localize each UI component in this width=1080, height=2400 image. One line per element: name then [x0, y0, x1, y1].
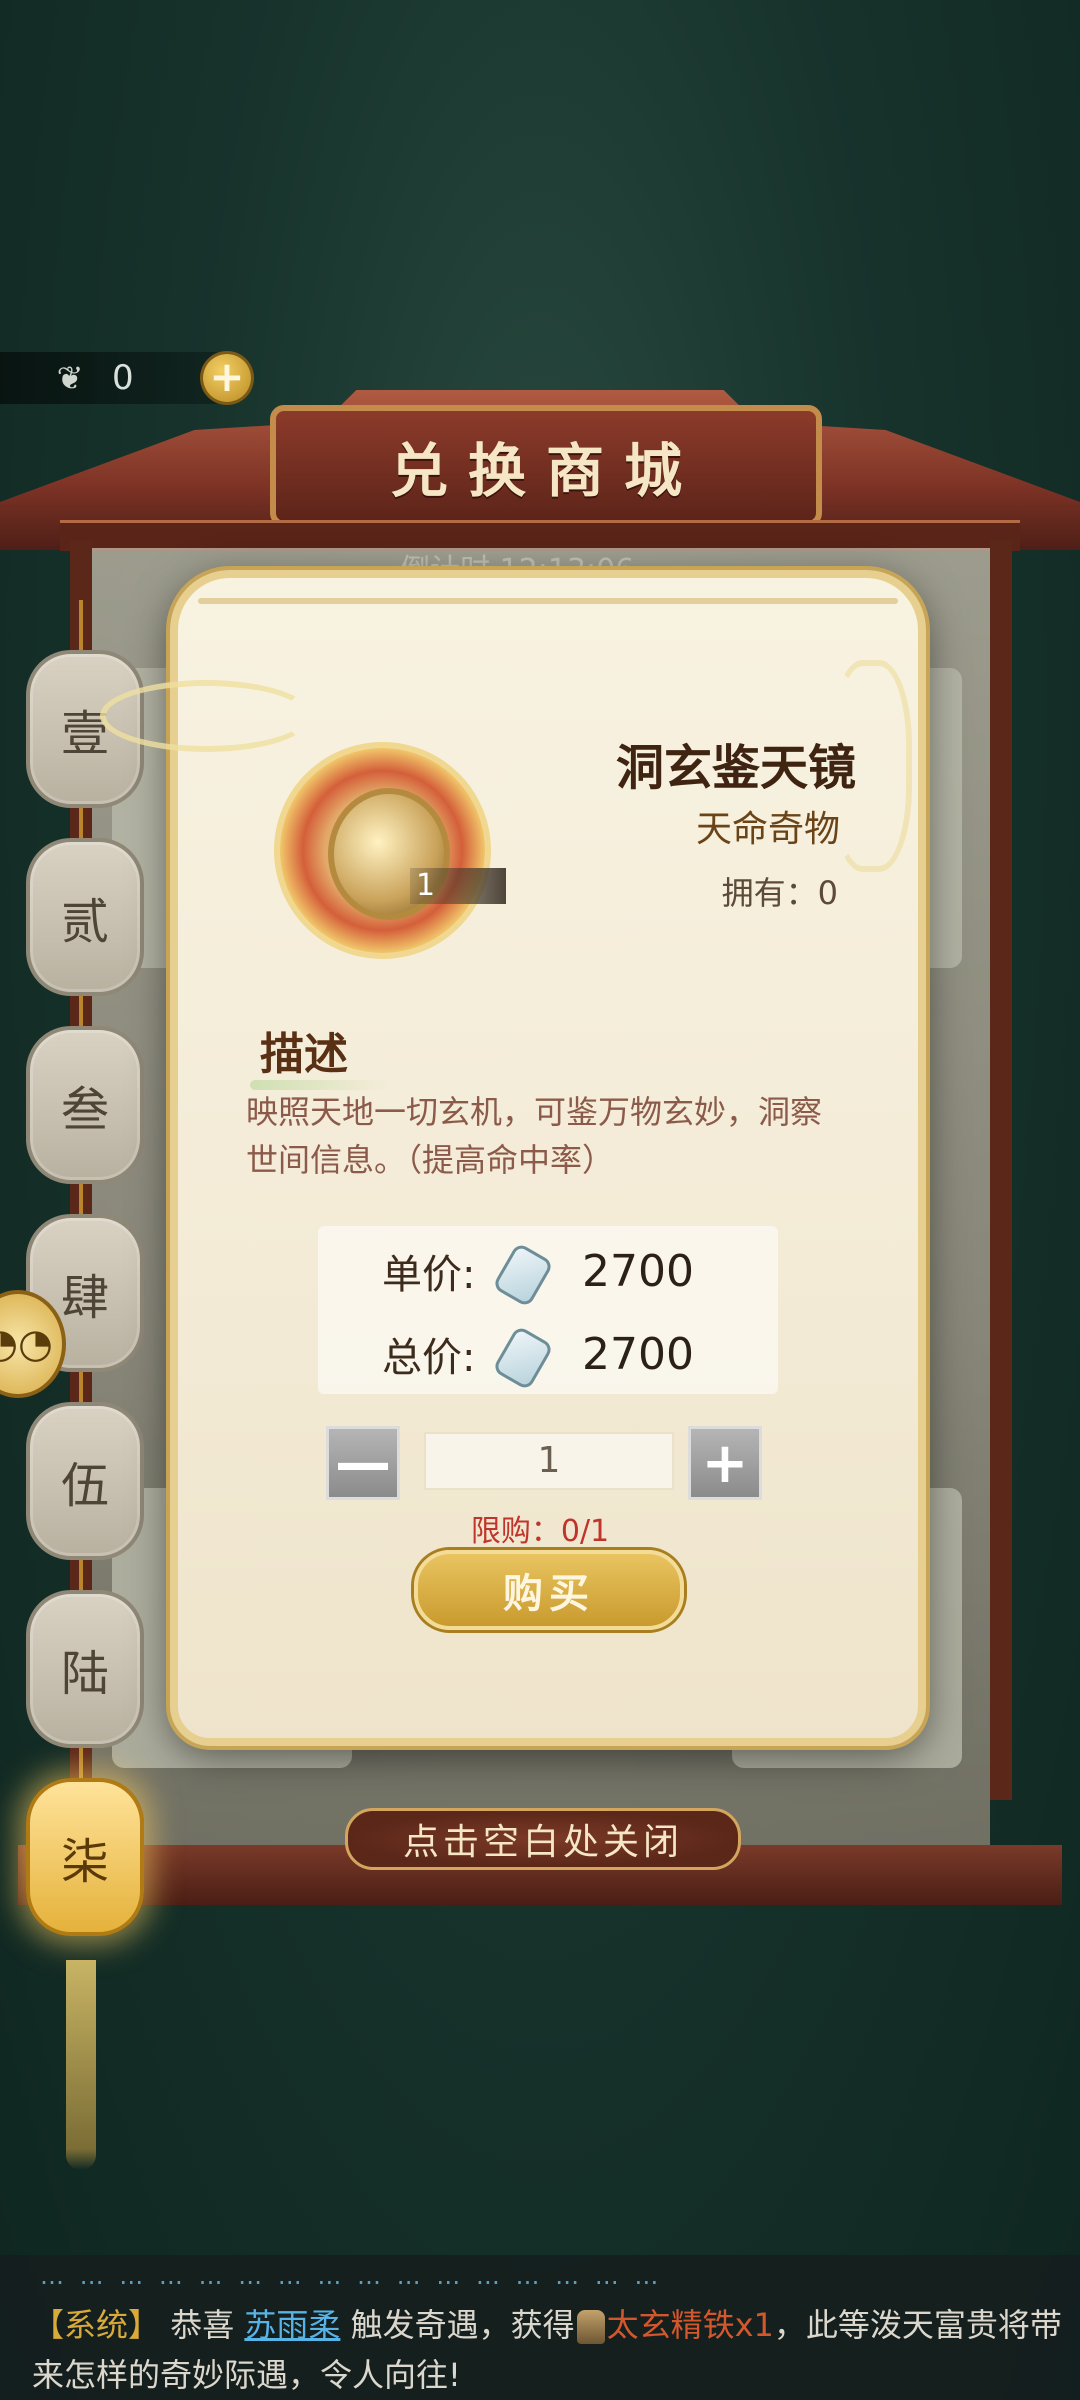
modal-top-ornament — [198, 598, 898, 604]
price-box: 单价: 2700 总价: 2700 — [318, 1226, 778, 1394]
item-type: 天命奇物 — [695, 809, 840, 850]
total-price-label: 总价: — [382, 1335, 476, 1381]
player-link[interactable]: 苏雨柔 — [244, 2306, 340, 2344]
unit-price-value: 2700 — [582, 1245, 694, 1297]
item-detail-modal: 1 洞玄鉴天镜 天命奇物 拥有：0 描述 映照天地一切玄机，可鉴万物玄妙，洞察世… — [170, 570, 926, 1746]
quantity-input[interactable]: 1 — [424, 1432, 674, 1490]
item-icon: 1 — [280, 748, 506, 953]
tab-lantern-7[interactable]: 柒 — [26, 1778, 144, 1936]
total-price-value: 2700 — [582, 1328, 694, 1380]
tab-lantern-6[interactable]: 陆 — [26, 1590, 144, 1748]
jade-token-icon — [492, 1324, 552, 1384]
buy-button[interactable]: 购买 — [414, 1550, 684, 1630]
pillar-right — [990, 540, 1012, 1800]
jade-token-icon — [492, 1241, 552, 1301]
currency-bar: ❦ 0 + — [0, 352, 251, 404]
total-price-row: 总价: 2700 — [382, 1324, 762, 1384]
ribbon-decoration-right — [830, 660, 912, 872]
currency-count: 0 — [112, 358, 134, 398]
description-title: 描述 — [250, 1018, 390, 1090]
owned-label: 拥有： — [721, 874, 818, 912]
lantern-tassel — [66, 1960, 96, 2170]
shop-title: 兑换商城 — [270, 405, 822, 527]
ribbon-decoration-left — [100, 680, 312, 752]
tab-lantern-3[interactable]: 叁 — [26, 1026, 144, 1184]
purchase-limit-text: 限购：0/1 — [470, 1514, 610, 1549]
unit-price-row: 单价: 2700 — [382, 1241, 762, 1301]
bag-icon — [576, 2310, 605, 2344]
increase-quantity-button[interactable]: + — [688, 1426, 762, 1500]
owned-value: 0 — [817, 874, 838, 912]
item-link[interactable]: 太玄精铁x1 — [607, 2306, 774, 2344]
unit-price-label: 单价: — [382, 1252, 476, 1298]
close-hint-button[interactable]: 点击空白处关闭 — [345, 1808, 741, 1870]
item-name: 洞玄鉴天镜 — [615, 740, 856, 796]
system-message: 【系统】 恭喜 苏雨柔 触发奇遇，获得 太玄精铁x1，此等泼天富贵将带来怎样的奇妙… — [32, 2300, 1062, 2400]
chat-separator-dots: … … … … … … … … … … … … … … … … — [40, 2262, 663, 2290]
owned-row: 拥有：0 — [722, 868, 838, 914]
message-middle: 触发奇遇，获得 — [350, 2306, 575, 2344]
decrease-quantity-button[interactable]: — — [326, 1426, 400, 1500]
feather-icon: ❦ — [56, 359, 84, 397]
tab-lantern-2[interactable]: 贰 — [26, 838, 144, 996]
description-text: 映照天地一切玄机，可鉴万物玄妙，洞察世间信息。（提高命中率） — [246, 1093, 823, 1179]
system-tag: 【系统】 — [32, 2306, 161, 2344]
item-quantity-tag: 1 — [410, 868, 506, 904]
tab-lantern-5[interactable]: 伍 — [26, 1402, 144, 1560]
add-currency-button[interactable]: + — [203, 354, 251, 402]
message-prefix: 恭喜 — [170, 2306, 235, 2344]
